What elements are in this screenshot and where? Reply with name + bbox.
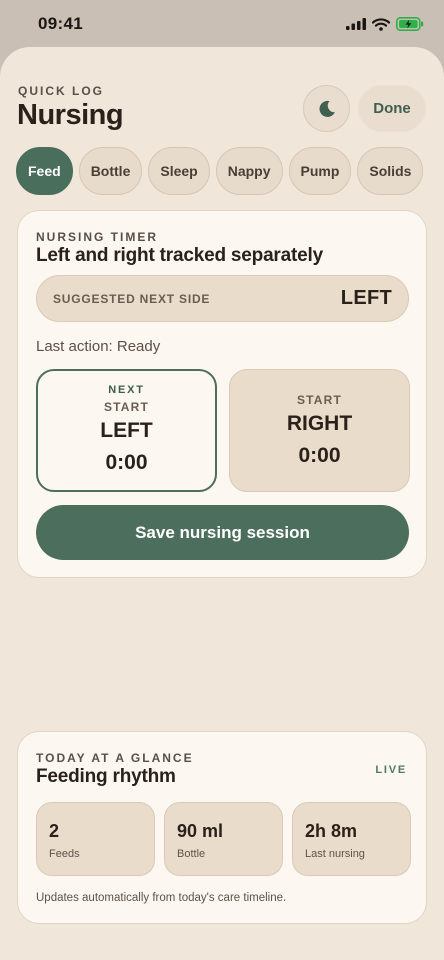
moon-icon [318, 100, 335, 117]
glance-title: Feeding rhythm [36, 766, 176, 787]
nursing-timer-card: NURSING TIMER Left and right tracked sep… [17, 210, 427, 578]
glance-eyebrow: TODAY AT A GLANCE [36, 751, 194, 765]
tab-feed[interactable]: Feed [16, 147, 73, 195]
done-button[interactable]: Done [358, 85, 426, 132]
status-bar: 09:41 [0, 0, 444, 48]
signal-icon [346, 18, 366, 30]
tab-pump[interactable]: Pump [288, 147, 352, 195]
today-at-a-glance-card: TODAY AT A GLANCE Feeding rhythm LIVE 2 … [17, 731, 427, 924]
tab-solids[interactable]: Solids [357, 147, 424, 195]
suggested-side-value: LEFT [340, 287, 392, 309]
glance-footnote: Updates automatically from today's care … [36, 892, 287, 904]
tab-sleep[interactable]: Sleep [148, 147, 210, 195]
stat-label: Last nursing [305, 848, 365, 860]
wifi-icon [372, 17, 390, 31]
right-elapsed-time: 0:00 [298, 444, 341, 467]
header-eyebrow: QUICK LOG [18, 84, 104, 98]
theme-toggle-button[interactable] [303, 85, 350, 132]
stat-tile-last-nursing: 2h 8m Last nursing [292, 802, 411, 876]
live-badge: LIVE [375, 764, 407, 776]
stat-value: 90 ml [177, 821, 224, 841]
right-side-label: RIGHT [286, 412, 353, 435]
left-elapsed-time: 0:00 [105, 451, 148, 474]
log-type-tabs: Feed Bottle Sleep Nappy Pump Solids [16, 147, 424, 195]
start-right-button[interactable]: START RIGHT 0:00 [229, 369, 410, 492]
tab-nappy[interactable]: Nappy [215, 147, 283, 195]
stat-value: 2h 8m [305, 821, 358, 841]
next-badge: NEXT [108, 384, 145, 396]
stat-tile-bottle: 90 ml Bottle [164, 802, 283, 876]
stat-label: Feeds [49, 848, 80, 860]
stats-row: 2 Feeds 90 ml Bottle 2h 8m Last nursing [36, 802, 411, 876]
page-title: Nursing [17, 99, 124, 131]
tab-bottle[interactable]: Bottle [78, 147, 143, 195]
status-time: 09:41 [38, 14, 83, 33]
stat-label: Bottle [177, 848, 206, 860]
nursing-timer-eyebrow: NURSING TIMER [36, 230, 158, 244]
right-action-label: START [296, 393, 343, 407]
status-icons [346, 17, 424, 31]
suggested-side-label: SUGGESTED NEXT SIDE [53, 291, 211, 306]
nursing-timer-title: Left and right tracked separately [36, 245, 323, 266]
left-action-label: START [103, 400, 150, 414]
save-nursing-session-button[interactable]: Save nursing session [36, 505, 409, 560]
stat-tile-feeds: 2 Feeds [36, 802, 155, 876]
stat-value: 2 [49, 821, 60, 841]
suggested-side-pill: SUGGESTED NEXT SIDE LEFT [36, 275, 409, 322]
left-side-label: LEFT [100, 419, 153, 442]
start-left-button[interactable]: NEXT START LEFT 0:00 [36, 369, 217, 492]
battery-charging-icon [396, 17, 424, 31]
last-action-text: Last action: Ready [36, 338, 161, 355]
